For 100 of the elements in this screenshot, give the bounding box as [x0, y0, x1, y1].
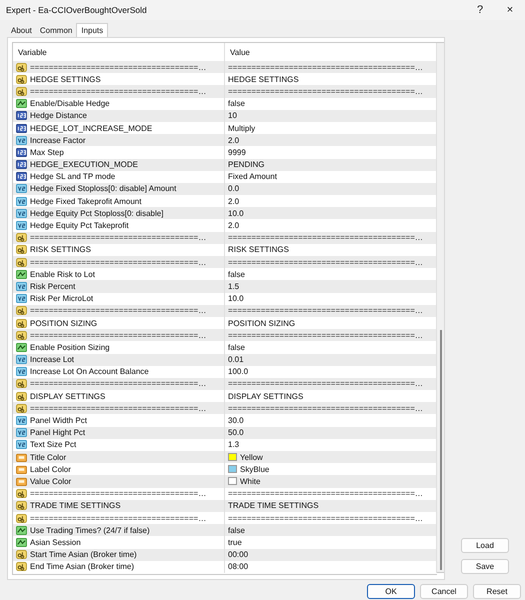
decimal-type-icon — [16, 184, 27, 194]
variable-name: Start Time Asian (Broker time) — [30, 550, 137, 560]
variable-value: 1.5 — [228, 282, 240, 291]
variable-name: ====================================… — [30, 489, 206, 498]
variable-value: 0.0 — [228, 184, 240, 194]
integer-type-icon — [16, 172, 27, 182]
palette-icon — [16, 452, 27, 462]
variable-value: Multiply — [228, 124, 256, 133]
variable-value: TRADE TIME SETTINGS — [228, 501, 319, 510]
variable-value: HEDGE SETTINGS — [228, 74, 299, 84]
variable-value: true — [228, 538, 242, 547]
variable-name: Asian Session — [30, 538, 81, 547]
variable-value: ========================================… — [228, 306, 423, 316]
variable-value: false — [228, 526, 245, 535]
string-type-icon — [16, 330, 27, 340]
variable-name: Increase Factor — [30, 136, 86, 145]
help-button[interactable]: ? — [465, 0, 495, 20]
variable-value: 10 — [228, 111, 237, 120]
variable-value: 30.0 — [228, 416, 244, 426]
variable-name: Text Size Pct — [30, 440, 76, 450]
string-type-icon — [16, 74, 27, 84]
scrollbar-thumb[interactable] — [440, 330, 442, 570]
variable-name: Risk Per MicroLot — [30, 294, 94, 304]
variable-name: DISPLAY SETTINGS — [30, 392, 106, 401]
dialog-button[interactable]: Reset — [473, 584, 521, 599]
variable-name: Hedge Equity Pct Takeprofit — [30, 221, 129, 230]
variable-value: 2.0 — [228, 196, 240, 206]
variable-value: Fixed Amount — [228, 172, 277, 182]
variable-name: POSITION SIZING — [30, 318, 98, 328]
variable-value: RISK SETTINGS — [228, 245, 289, 254]
decimal-type-icon — [16, 355, 27, 364]
tab[interactable]: Common — [36, 23, 76, 37]
variable-value: 10.0 — [228, 294, 244, 304]
variable-name: ====================================… — [30, 379, 206, 388]
variable-name: HEDGE SETTINGS — [30, 74, 101, 84]
variable-name: Enable Risk to Lot — [30, 270, 95, 279]
variable-name: ====================================… — [30, 233, 206, 242]
variable-value: ========================================… — [228, 379, 423, 388]
tab[interactable]: About — [7, 23, 36, 37]
variable-value: 10.0 — [228, 208, 244, 218]
decimal-type-icon — [16, 196, 27, 206]
variable-value: DISPLAY SETTINGS — [228, 392, 304, 401]
variable-name: Use Trading Times? (24/7 if false) — [30, 526, 150, 535]
variable-name: Hedge Fixed Stoploss[0: disable] Amount — [30, 184, 176, 194]
palette-icon — [16, 476, 27, 486]
string-type-icon — [16, 514, 27, 523]
window-title: Expert - Ea-CCIOverBoughtOverSold — [6, 5, 148, 15]
variable-name: ====================================… — [30, 62, 206, 72]
variable-name: Title Color — [30, 452, 66, 462]
variable-value: ========================================… — [228, 330, 423, 340]
variable-value: false — [228, 342, 245, 352]
tab[interactable]: Inputs — [76, 23, 108, 37]
string-type-icon — [16, 86, 27, 96]
decimal-type-icon — [16, 282, 27, 291]
variable-name: ====================================… — [30, 404, 206, 413]
string-type-icon — [16, 258, 27, 267]
decimal-type-icon — [16, 440, 27, 450]
variable-value: 0.01 — [228, 355, 244, 364]
integer-type-icon — [16, 111, 27, 120]
curve-icon — [16, 270, 27, 279]
variable-name: Panel Hight Pct — [30, 428, 86, 438]
variable-name: Increase Lot On Account Balance — [30, 367, 149, 376]
variable-value: 1.3 — [228, 440, 240, 450]
variable-value: false — [228, 270, 245, 279]
dialog-button[interactable]: OK — [367, 584, 415, 599]
variable-name: Label Color — [30, 464, 71, 474]
string-type-icon — [16, 562, 27, 572]
variable-value: White — [240, 476, 260, 486]
curve-icon — [16, 99, 27, 108]
string-type-icon — [16, 233, 27, 242]
variable-value: 2.0 — [228, 221, 240, 230]
string-type-icon — [16, 489, 27, 498]
variable-value: ========================================… — [228, 233, 423, 242]
string-type-icon — [16, 318, 27, 328]
variable-name: End Time Asian (Broker time) — [30, 562, 134, 572]
variable-name: Hedge Equity Pct Stoploss[0: disable] — [30, 208, 164, 218]
side-button[interactable]: Load — [461, 538, 509, 553]
variable-value: 08:00 — [228, 562, 248, 572]
variable-name: Increase Lot — [30, 355, 74, 364]
decimal-type-icon — [16, 367, 27, 376]
variable-value: 50.0 — [228, 428, 244, 438]
string-type-icon — [16, 245, 27, 254]
variable-name: HEDGE_LOT_INCREASE_MODE — [30, 124, 152, 133]
variable-name: Enable Position Sizing — [30, 342, 110, 352]
close-button[interactable]: × — [495, 0, 525, 20]
decimal-type-icon — [16, 294, 27, 304]
palette-icon — [16, 464, 27, 474]
variable-value: false — [228, 99, 245, 108]
curve-icon — [16, 342, 27, 352]
variable-value: 100.0 — [228, 367, 248, 376]
integer-type-icon — [16, 148, 27, 157]
string-type-icon — [16, 550, 27, 560]
variable-name: ====================================… — [30, 306, 206, 316]
variable-name: HEDGE_EXECUTION_MODE — [30, 160, 138, 170]
decimal-type-icon — [16, 428, 27, 438]
string-type-icon — [16, 501, 27, 510]
string-type-icon — [16, 306, 27, 316]
side-button[interactable]: Save — [461, 559, 509, 574]
dialog-button[interactable]: Cancel — [420, 584, 468, 599]
variable-name: Panel Width Pct — [30, 416, 87, 426]
